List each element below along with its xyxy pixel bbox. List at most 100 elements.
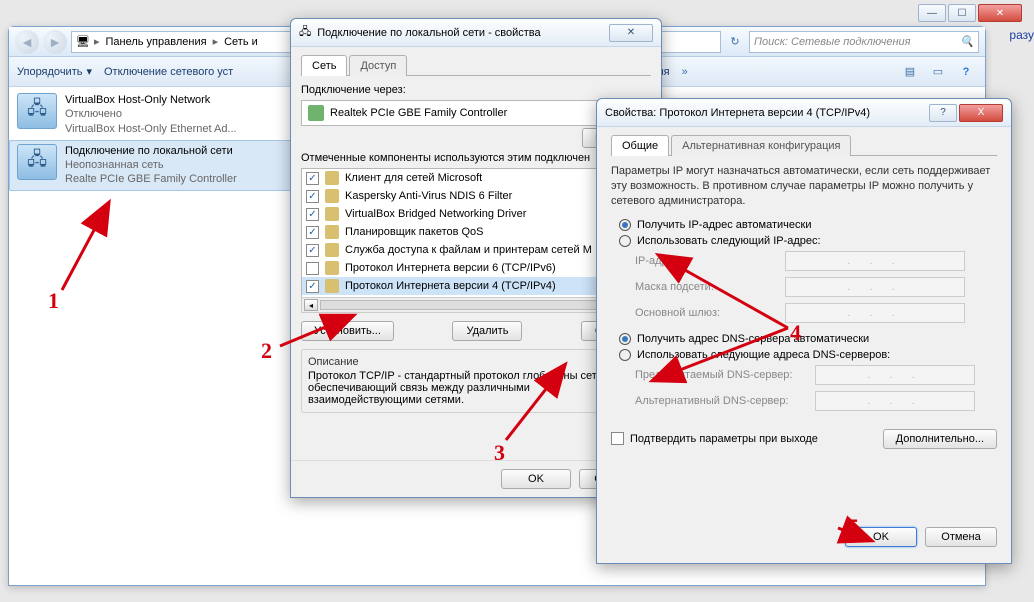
tab-bar: Общие Альтернативная конфигурация [611, 135, 997, 156]
tab-bar: Сеть Доступ [301, 55, 651, 76]
cancel-button[interactable]: Отмена [925, 527, 997, 547]
network-adapter-icon: 🖧 [17, 144, 57, 180]
dns-fields: Предпочитаемый DNS-сервер:. . . Альтерна… [635, 365, 997, 411]
radio-label: Получить адрес DNS-сервера автоматически [637, 333, 869, 345]
chevron-down-icon: ▾ [86, 65, 92, 78]
adapter-icon [308, 105, 324, 121]
radio-label: Использовать следующие адреса DNS-сервер… [637, 349, 890, 361]
tab-alt-config[interactable]: Альтернативная конфигурация [671, 135, 851, 156]
toolbar-right: ▤ ▭ ? [899, 63, 977, 81]
connection-status: Отключено [65, 107, 237, 121]
close-button[interactable]: ✕ [978, 4, 1022, 22]
dialog-title-bar[interactable]: 🖧 Подключение по локальной сети - свойст… [291, 19, 661, 47]
ip-fields: IP-адрес:. . . Маска подсети:. . . Основ… [635, 251, 997, 323]
crumb-network[interactable]: Сеть и [222, 36, 260, 48]
radio-icon [619, 349, 631, 361]
checkbox[interactable]: ✓ [306, 244, 319, 257]
preview-icon[interactable]: ▭ [927, 63, 949, 81]
search-input[interactable]: Поиск: Сетевые подключения 🔍 [749, 31, 979, 53]
radio-label: Получить IP-адрес автоматически [637, 219, 811, 231]
annotation-marker-1: 1 [48, 288, 59, 314]
help-button[interactable]: ? [929, 104, 957, 122]
checkbox[interactable] [306, 262, 319, 275]
info-text: Параметры IP могут назначаться автоматич… [611, 164, 997, 209]
component-icon [325, 225, 339, 239]
component-icon [325, 207, 339, 221]
crumb-control-panel[interactable]: Панель управления [104, 36, 209, 48]
help-icon[interactable]: ? [955, 63, 977, 81]
close-icon[interactable]: ✕ [609, 24, 653, 42]
background-word: разу [1009, 28, 1034, 42]
ok-button[interactable]: OK [501, 469, 571, 489]
dialog-footer: OK Отмена [597, 519, 1011, 555]
component-label: Клиент для сетей Microsoft [345, 172, 482, 184]
dialog-title-bar[interactable]: Свойства: Протокол Интернета версии 4 (T… [597, 99, 1011, 127]
connection-device: VirtualBox Host-Only Ethernet Ad... [65, 122, 237, 136]
radio-icon [619, 235, 631, 247]
search-placeholder: Поиск: Сетевые подключения [754, 36, 911, 48]
component-label: VirtualBox Bridged Networking Driver [345, 208, 526, 220]
network-icon: 🖧 [299, 23, 311, 42]
scroll-thumb[interactable] [320, 300, 632, 310]
monitor-icon: 🖥 [76, 35, 90, 48]
connection-title: VirtualBox Host-Only Network [65, 93, 237, 107]
dns-auto-radio[interactable]: Получить адрес DNS-сервера автоматически [619, 333, 997, 345]
radio-icon [619, 219, 631, 231]
checkbox-label: Подтвердить параметры при выходе [630, 433, 818, 445]
ip-manual-radio[interactable]: Использовать следующий IP-адрес: [619, 235, 997, 247]
annotation-marker-5: 5 [848, 514, 859, 540]
refresh-icon[interactable]: ↻ [725, 35, 745, 48]
nav-back-button[interactable]: ◄ [15, 30, 39, 54]
disable-device-button[interactable]: Отключение сетевого уст [104, 66, 233, 78]
annotation-marker-2: 2 [261, 338, 272, 364]
ip-input: . . . [785, 251, 965, 271]
mask-label: Маска подсети: [635, 281, 785, 293]
connection-title: Подключение по локальной сети [65, 144, 237, 158]
tab-network[interactable]: Сеть [301, 55, 347, 76]
confirm-on-exit-checkbox[interactable]: Подтвердить параметры при выходе Дополни… [611, 429, 997, 449]
checkbox[interactable]: ✓ [306, 280, 319, 293]
install-button[interactable]: Установить... [301, 321, 394, 341]
component-icon [325, 279, 339, 293]
description-text: Протокол TCP/IP - стандартный протокол г… [308, 370, 644, 406]
checkbox[interactable] [611, 432, 624, 445]
component-label: Протокол Интернета версии 6 (TCP/IPv6) [345, 262, 556, 274]
organize-menu[interactable]: Упорядочить ▾ [17, 65, 92, 78]
checkbox[interactable]: ✓ [306, 172, 319, 185]
scroll-left-icon[interactable]: ◂ [304, 299, 318, 311]
dns2-input: . . . [815, 391, 975, 411]
tab-general[interactable]: Общие [611, 135, 669, 156]
chevron-right-icon[interactable]: » [682, 66, 688, 78]
advanced-button[interactable]: Дополнительно... [883, 429, 997, 449]
dns-manual-radio[interactable]: Использовать следующие адреса DNS-сервер… [619, 349, 997, 361]
maximize-button[interactable]: ☐ [948, 4, 976, 22]
annotation-marker-3: 3 [494, 440, 505, 466]
dns1-label: Предпочитаемый DNS-сервер: [635, 369, 815, 381]
dialog-title: Свойства: Протокол Интернета версии 4 (T… [605, 107, 923, 119]
dns2-label: Альтернативный DNS-сервер: [635, 395, 815, 407]
nav-forward-button[interactable]: ► [43, 30, 67, 54]
chevron-right-icon: ▸ [213, 35, 219, 48]
component-icon [325, 171, 339, 185]
view-icon[interactable]: ▤ [899, 63, 921, 81]
checkbox[interactable]: ✓ [306, 190, 319, 203]
connection-status: Неопознанная сеть [65, 158, 237, 172]
checkbox[interactable]: ✓ [306, 208, 319, 221]
radio-icon [619, 333, 631, 345]
remove-button[interactable]: Удалить [452, 321, 522, 341]
component-icon [325, 189, 339, 203]
tab-access[interactable]: Доступ [349, 55, 407, 76]
gateway-input: . . . [785, 303, 965, 323]
gateway-label: Основной шлюз: [635, 307, 785, 319]
ip-auto-radio[interactable]: Получить IP-адрес автоматически [619, 219, 997, 231]
close-button[interactable]: X [959, 104, 1003, 122]
minimize-button[interactable]: — [918, 4, 946, 22]
radio-label: Использовать следующий IP-адрес: [637, 235, 821, 247]
component-icon [325, 243, 339, 257]
search-icon: 🔍 [960, 35, 974, 48]
network-adapter-icon: 🖧 [17, 93, 57, 129]
chevron-right-icon: ▸ [94, 35, 100, 48]
outer-window-controls: — ☐ ✕ [918, 4, 1022, 22]
checkbox[interactable]: ✓ [306, 226, 319, 239]
mask-input: . . . [785, 277, 965, 297]
